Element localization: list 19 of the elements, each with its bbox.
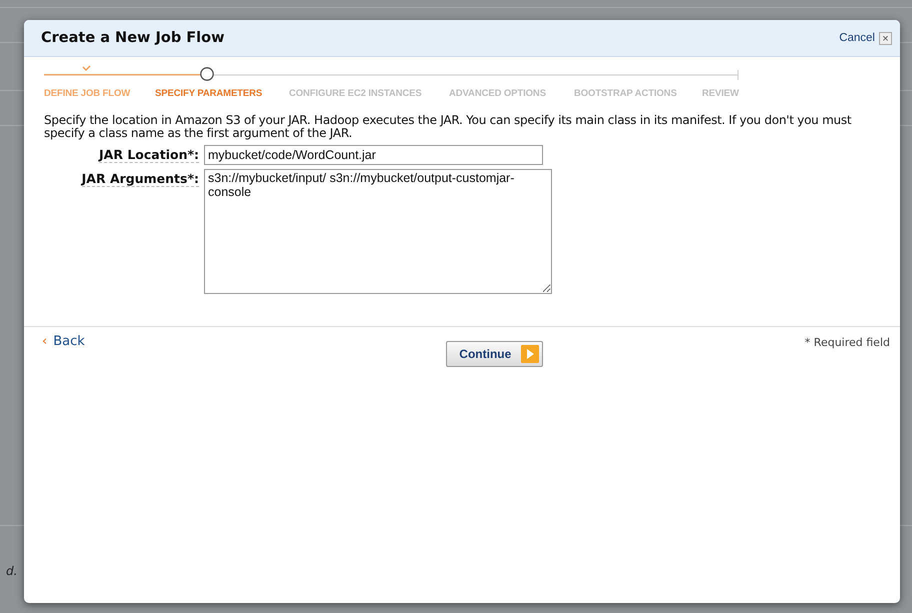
play-icon <box>521 345 540 363</box>
step-label: SPECIFY PARAMETERS <box>155 88 262 99</box>
background-text: d. <box>6 564 18 578</box>
close-button[interactable]: × <box>879 32 892 44</box>
step-label: BOOTSTRAP ACTIONS <box>574 88 677 99</box>
arguments-field[interactable]: s3n://mybucket/input/ s3n://mybucket/output-customjar-console <box>204 169 552 294</box>
step-label: CONFIGURE EC2 INSTANCES <box>289 88 422 99</box>
field-label: JAR Location*: <box>99 147 199 163</box>
location-field[interactable]: mybucket/code/WordCount.jar <box>204 145 543 165</box>
step-label: REVIEW <box>702 88 739 99</box>
cancel-link[interactable]: Cancel <box>839 32 875 44</box>
step-label: DEFINE JOB FLOW <box>44 88 130 99</box>
step-label: ADVANCED OPTIONS <box>449 88 546 99</box>
field-label: JAR Arguments*: <box>82 171 199 187</box>
continue-button[interactable]: Continue <box>446 341 544 367</box>
dialog-title: Create a New Job Flow <box>41 30 224 46</box>
instructions-text: Specify the location in Amazon S3 of your JAR. Hadoop executes the JAR. You can specify its main class in its manifest. If you don't you must specify a class name as the first argument of the JAR. <box>44 114 852 140</box>
back-link[interactable]: ‹ Back <box>42 334 85 349</box>
required-note: * Required field <box>804 336 890 349</box>
